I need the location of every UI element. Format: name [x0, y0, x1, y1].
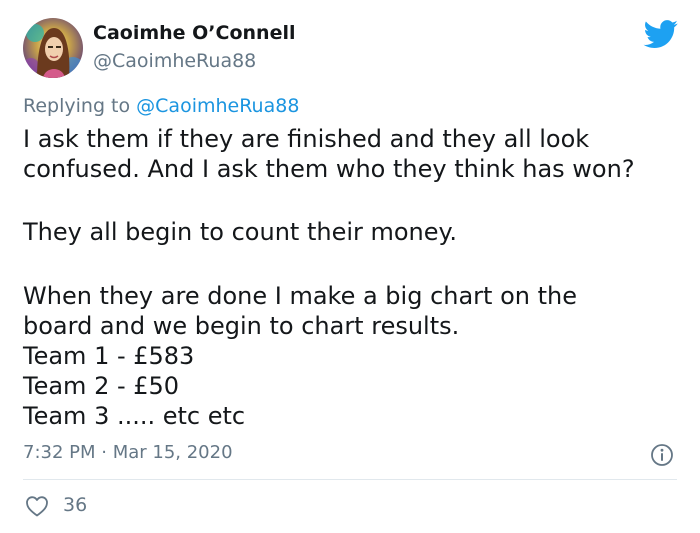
reply-mention-link[interactable]: @CaoimheRua88	[136, 95, 299, 117]
tweet-line: I ask them if they are finished and they…	[23, 125, 590, 153]
tweet-line: Team 2 - £50	[23, 372, 180, 401]
avatar[interactable]	[23, 18, 83, 78]
tweet-line: When they are done I make a big chart on…	[23, 281, 577, 310]
heart-icon[interactable]	[25, 495, 49, 517]
tweet-body: I ask them if they are finished and they…	[23, 124, 683, 432]
author-handle[interactable]: @CaoimheRua88	[93, 50, 256, 72]
tweet-timestamp[interactable]: 7:32 PM · Mar 15, 2020	[23, 442, 233, 463]
twitter-bird-icon[interactable]	[643, 20, 679, 49]
replying-prefix: Replying to	[23, 95, 137, 117]
author-display-name[interactable]: Caoimhe O’Connell	[93, 22, 296, 44]
tweet-line: Team 1 - £583	[23, 342, 195, 371]
like-count: 36	[63, 494, 88, 516]
replying-to: Replying to @CaoimheRua88	[23, 95, 299, 117]
tweet-line: board and we begin to chart results.	[23, 311, 460, 340]
tweet-line: They all begin to count their money.	[23, 218, 457, 247]
tweet-line: Team 3 ..... etc etc	[23, 402, 246, 431]
divider	[23, 479, 677, 480]
tweet-line: confused. And I ask them who they think …	[23, 155, 635, 184]
tweet-card: Caoimhe O’Connell @CaoimheRua88 Replying…	[0, 0, 700, 533]
info-icon[interactable]	[650, 443, 674, 467]
